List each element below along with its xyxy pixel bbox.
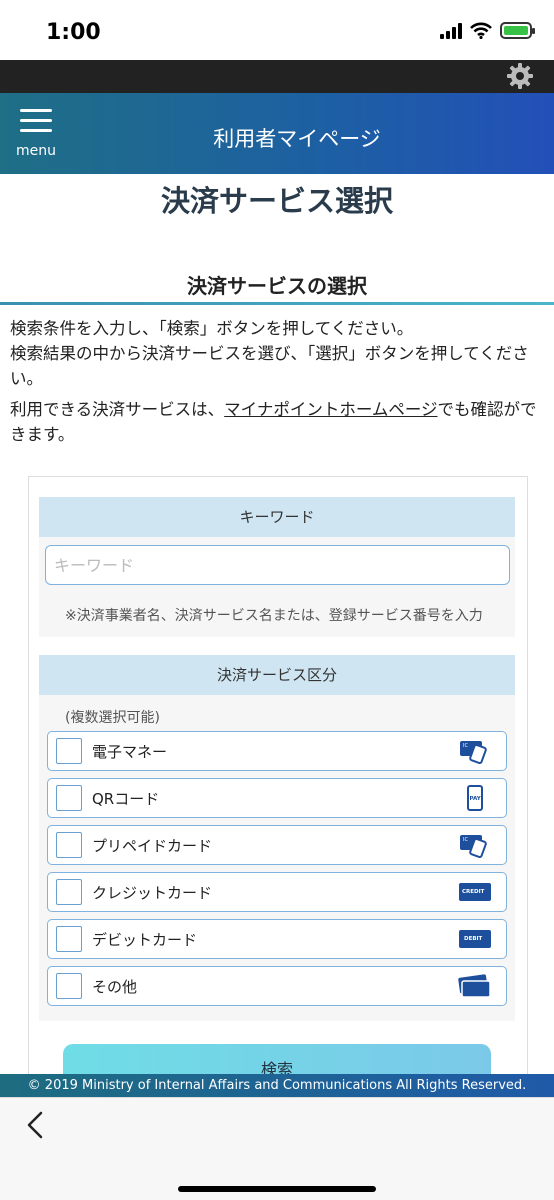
home-indicator [178,1186,376,1192]
search-form-card: キーワード ※決済事業者名、決済サービス名または、登録サービス番号を入力 決済サ… [28,476,528,1076]
service-type-header: 決済サービス区分 [39,655,515,695]
intro-text: 検索条件を入力し、「検索」ボタンを押してください。 検索結果の中から決済サービス… [10,316,546,453]
option-label: その他 [92,978,138,996]
option-label: プリペイドカード [92,837,213,855]
option-qr-code[interactable]: QRコード PAY [47,778,507,818]
option-debit-card[interactable]: デビットカード DEBIT [47,919,507,959]
keyword-header: キーワード [39,497,515,537]
checkbox[interactable] [56,738,82,764]
browser-toolbar [0,1097,554,1200]
status-bar: 1:00 [0,0,554,60]
intro-line-2: 検索結果の中から決済サービスを選び、「選択」ボタンを押してください。 [10,344,529,388]
status-time: 1:00 [46,20,101,45]
option-label: クレジットカード [92,884,213,902]
debit-card-icon: DEBIT [459,930,491,948]
option-prepaid-card[interactable]: プリペイドカード IC [47,825,507,865]
section-divider [0,302,554,305]
svg-text:CREDIT: CREDIT [462,889,485,895]
hamburger-icon [20,109,52,112]
svg-text:PAY: PAY [470,796,482,802]
checkbox[interactable] [56,832,82,858]
option-label: 電子マネー [92,743,168,761]
mynapoint-homepage-link[interactable]: マイナポイントホームページ [224,400,437,419]
checkbox[interactable] [56,785,82,811]
keyword-panel: キーワード ※決済事業者名、決済サービス名または、登録サービス番号を入力 [39,497,515,637]
service-type-panel: 決済サービス区分 (複数選択可能) 電子マネー IC QRコード PAY プリペ… [39,655,515,1021]
back-arrow-icon[interactable] [24,1110,48,1140]
credit-card-icon: CREDIT [459,883,491,901]
option-label: QRコード [92,790,160,808]
cards-icon [458,974,491,998]
option-electronic-money[interactable]: 電子マネー IC [47,731,507,771]
copyright-footer: © 2019 Ministry of Internal Affairs and … [0,1074,554,1097]
checkbox[interactable] [56,973,82,999]
keyword-input[interactable] [45,545,510,585]
svg-text:IC: IC [463,743,468,749]
option-label: デビットカード [92,931,198,949]
ic-card-icon: IC [460,741,487,764]
header-title: 利用者マイページ [213,127,381,151]
section-title: 決済サービスの選択 [187,274,367,298]
keyword-note: ※決済事業者名、決済サービス名または、登録サービス番号を入力 [65,608,483,624]
pay-phone-icon: PAY [467,785,483,811]
page-title: 決済サービス選択 [160,184,393,218]
multi-select-note: (複数選択可能) [65,710,160,726]
cellular-signal-icon [440,22,462,39]
status-icons [440,22,535,39]
svg-text:IC: IC [463,837,468,843]
intro-line-3-before: 利用できる決済サービスは、 [10,400,225,419]
option-credit-card[interactable]: クレジットカード CREDIT [47,872,507,912]
checkbox[interactable] [56,926,82,952]
wifi-icon [470,22,492,39]
svg-text:DEBIT: DEBIT [464,936,483,942]
top-bar [0,60,554,93]
battery-icon [500,22,535,39]
hamburger-icon-bar [20,119,52,122]
intro-line-1: 検索条件を入力し、「検索」ボタンを押してください。 [10,319,414,338]
gear-icon[interactable] [506,62,534,90]
ic-card-icon: IC [460,835,487,858]
checkbox[interactable] [56,879,82,905]
option-other[interactable]: その他 [47,966,507,1006]
app-header: menu 利用者マイページ [0,93,554,174]
